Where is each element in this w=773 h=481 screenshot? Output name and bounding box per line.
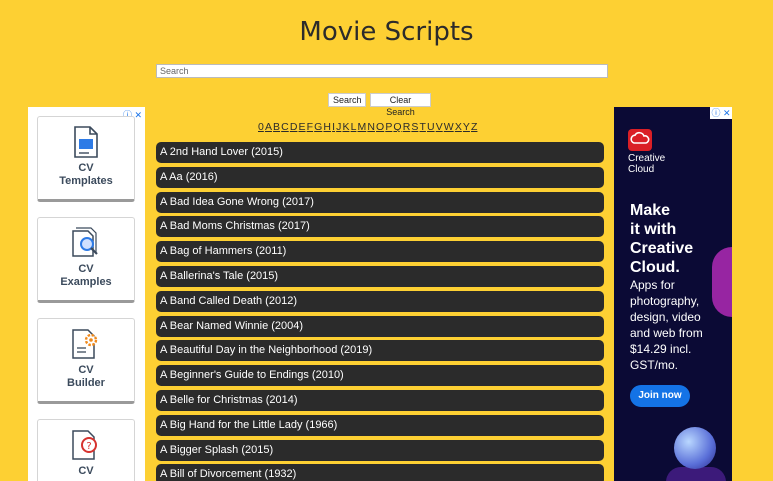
sub-line: Apps for <box>630 278 675 292</box>
search-button[interactable]: Search <box>328 93 366 107</box>
alphabet-link[interactable]: Q <box>393 121 401 133</box>
document-search-icon <box>72 227 98 257</box>
alphabet-link[interactable]: P <box>385 121 392 133</box>
headline-line: Make <box>630 202 671 219</box>
join-now-button[interactable]: Join now <box>630 385 690 407</box>
alphabet-link[interactable]: 0 <box>258 121 264 133</box>
alphabet-link[interactable]: O <box>376 121 384 133</box>
movie-list-item[interactable]: A Bear Named Winnie (2004) <box>156 315 604 337</box>
alphabet-link[interactable]: M <box>358 121 367 133</box>
card-label-line1: CV <box>78 465 94 477</box>
brand-name: Creative Cloud <box>628 153 665 175</box>
alphabet-link[interactable]: F <box>307 121 313 133</box>
sub-line: design, video <box>630 310 701 324</box>
movie-list-item[interactable]: A Bag of Hammers (2011) <box>156 241 604 263</box>
movie-list-item[interactable]: A Ballerina's Tale (2015) <box>156 265 604 287</box>
headline-line: Creative <box>630 240 694 257</box>
card-label-line1: CV <box>78 162 94 174</box>
alphabet-link[interactable]: E <box>299 121 306 133</box>
alphabet-link[interactable]: D <box>290 121 298 133</box>
alphabet-link[interactable]: Z <box>471 121 477 133</box>
left-ad[interactable]: ⓘ ✕ CV Templates CV Examples CV Builder … <box>28 107 145 481</box>
alphabet-link[interactable]: U <box>427 121 435 133</box>
alphabet-link[interactable]: G <box>314 121 322 133</box>
card-label-line1: CV <box>78 263 94 275</box>
alphabet-link[interactable]: B <box>273 121 280 133</box>
svg-text:?: ? <box>86 441 91 452</box>
cv-card[interactable]: ? CV <box>37 419 135 481</box>
alphabet-nav: 0ABCDEFGHIJKLMNOPQRSTUVWXYZ <box>258 121 479 133</box>
right-ad[interactable]: ⓘ ✕ Creative Cloud Make it with Creative… <box>614 107 732 481</box>
alphabet-link[interactable]: N <box>367 121 375 133</box>
brand-line-2: Cloud <box>628 164 655 175</box>
alphabet-link[interactable]: H <box>323 121 331 133</box>
headline-line: Cloud. <box>630 259 680 276</box>
movie-list-item[interactable]: A Bad Moms Christmas (2017) <box>156 216 604 238</box>
alphabet-link[interactable]: T <box>419 121 425 133</box>
ad-subtext: Apps for photography, design, video and … <box>630 277 703 373</box>
alphabet-link[interactable]: A <box>265 121 272 133</box>
sub-line: $14.29 incl. <box>630 342 692 356</box>
movie-list-item[interactable]: A Bill of Divorcement (1932) <box>156 464 604 481</box>
sub-line: and web from <box>630 326 703 340</box>
movie-list-item[interactable]: A Bad Idea Gone Wrong (2017) <box>156 191 604 213</box>
decorative-shape <box>712 247 732 317</box>
decorative-sphere <box>674 427 716 469</box>
cv-builder-card[interactable]: CV Builder <box>37 318 135 404</box>
clear-search-button[interactable]: Clear Search <box>370 93 431 117</box>
alphabet-link[interactable]: J <box>336 121 341 133</box>
card-label-line1: CV <box>78 364 94 376</box>
ad-choices-icon[interactable]: ⓘ ✕ <box>710 107 732 119</box>
sub-line: photography, <box>630 294 700 308</box>
brand-line-1: Creative <box>628 153 666 164</box>
movie-list: A 2nd Hand Lover (2015) A Aa (2016) A Bad … <box>156 142 604 481</box>
alphabet-link[interactable]: X <box>455 121 462 133</box>
creative-cloud-logo-icon <box>628 129 652 151</box>
document-question-icon: ? <box>72 430 97 460</box>
alphabet-link[interactable]: W <box>444 121 454 133</box>
alphabet-link[interactable]: R <box>403 121 411 133</box>
alphabet-link[interactable]: Y <box>463 121 470 133</box>
alphabet-link[interactable]: K <box>342 121 349 133</box>
card-label-line2: Builder <box>67 377 105 389</box>
search-input[interactable] <box>156 64 608 78</box>
movie-list-item[interactable]: A Beautiful Day in the Neighborhood (201… <box>156 340 604 362</box>
headline-line: it with <box>630 221 677 238</box>
movie-list-item[interactable]: A 2nd Hand Lover (2015) <box>156 142 604 163</box>
movie-list-item[interactable]: A Beginner's Guide to Endings (2010) <box>156 365 604 387</box>
cv-examples-card[interactable]: CV Examples <box>37 217 135 303</box>
cv-templates-card[interactable]: CV Templates <box>37 116 135 202</box>
document-icon <box>74 126 98 158</box>
alphabet-link[interactable]: S <box>411 121 418 133</box>
document-gear-icon <box>72 329 98 359</box>
card-label-line2: Examples <box>60 276 112 288</box>
alphabet-link[interactable]: C <box>281 121 289 133</box>
decorative-shape <box>666 467 726 481</box>
movie-list-item[interactable]: A Belle for Christmas (2014) <box>156 389 604 411</box>
alphabet-link[interactable]: V <box>436 121 443 133</box>
movie-list-item[interactable]: A Band Called Death (2012) <box>156 290 604 312</box>
movie-list-item[interactable]: A Aa (2016) <box>156 166 604 188</box>
card-label-line2: Templates <box>59 175 113 187</box>
alphabet-link[interactable]: I <box>332 121 335 133</box>
page-title: Movie Scripts <box>299 17 474 47</box>
movie-list-item[interactable]: A Big Hand for the Little Lady (1966) <box>156 414 604 436</box>
alphabet-link[interactable]: L <box>351 121 357 133</box>
movie-list-item[interactable]: A Bigger Splash (2015) <box>156 439 604 461</box>
ad-headline: Make it with Creative Cloud. <box>630 201 693 277</box>
sub-line: GST/mo. <box>630 358 679 372</box>
